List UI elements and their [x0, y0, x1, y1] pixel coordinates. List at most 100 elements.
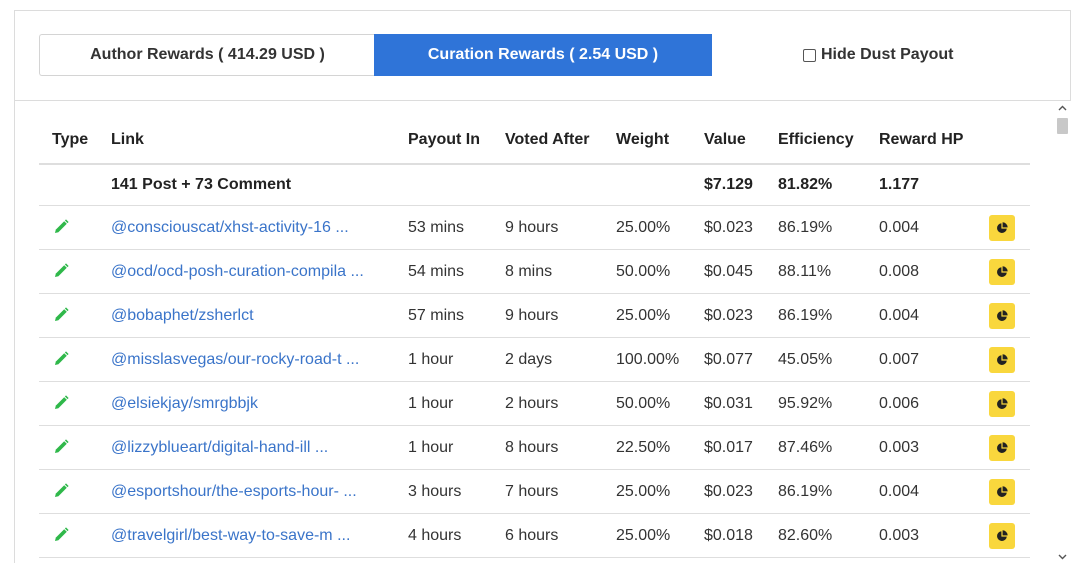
value-cell: $0.018 — [704, 513, 778, 558]
pencil-icon — [52, 482, 70, 500]
hide-dust-toggle[interactable]: Hide Dust Payout — [803, 34, 953, 76]
pencil-icon — [52, 394, 70, 412]
value-cell: $0.023 — [704, 205, 778, 250]
column-header-weight: Weight — [616, 125, 704, 165]
payout-in-cell: 1 hour — [408, 425, 505, 470]
hide-dust-checkbox[interactable] — [803, 48, 816, 62]
type-cell — [39, 469, 111, 514]
voted-after-cell: 9 hours — [505, 205, 616, 250]
pencil-icon — [52, 438, 70, 456]
payout-in-cell: 4 hours — [408, 513, 505, 558]
efficiency-cell: 86.19% — [778, 469, 879, 514]
summary-reward-hp: 1.177 — [879, 164, 989, 206]
pencil-icon — [52, 306, 70, 324]
post-link[interactable]: @elsiekjay/smrgbbjk — [111, 395, 258, 412]
post-link[interactable]: @esportshour/the-esports-hour- ... — [111, 483, 357, 500]
weight-cell: 50.00% — [616, 249, 704, 294]
voted-after-cell: 8 mins — [505, 249, 616, 294]
chevron-up-icon[interactable] — [1054, 101, 1071, 115]
payout-in-cell: 1 hour — [408, 337, 505, 382]
column-header-link: Link — [111, 125, 408, 165]
pencil-icon — [52, 350, 70, 368]
table-row: @esportshour/the-esports-hour- ... 3 hou… — [39, 469, 1030, 514]
hide-dust-label: Hide Dust Payout — [821, 46, 954, 63]
weight-cell: 25.00% — [616, 205, 704, 250]
pie-chart-icon — [997, 529, 1008, 541]
reward-hp-cell: 0.004 — [879, 293, 989, 338]
post-link[interactable]: @bobaphet/zsherlct — [111, 307, 254, 324]
efficiency-cell: 45.05% — [778, 337, 879, 382]
table-row: @ocd/ocd-posh-curation-compila ... 54 mi… — [39, 249, 1030, 294]
reward-hp-cell: 0.008 — [879, 249, 989, 294]
pie-chart-icon — [997, 441, 1008, 453]
scrollbar-thumb[interactable] — [1057, 118, 1068, 134]
value-cell: $0.023 — [704, 469, 778, 514]
voted-after-cell: 8 hours — [505, 425, 616, 470]
table-row: @travelgirl/best-way-to-save-m ... 4 hou… — [39, 513, 1030, 558]
curation-rewards-panel: Author Rewards ( 414.29 USD ) Curation R… — [14, 10, 1071, 564]
payout-in-cell: 1 hour — [408, 381, 505, 426]
chart-button[interactable] — [989, 302, 1015, 329]
chart-button[interactable] — [989, 434, 1015, 461]
table-row: @misslasvegas/our-rocky-road-t ... 1 hou… — [39, 337, 1030, 382]
summary-efficiency: 81.82% — [778, 164, 879, 206]
voted-after-cell: 9 hours — [505, 293, 616, 338]
summary-value: $7.129 — [704, 164, 778, 206]
post-link[interactable]: @lizzyblueart/digital-hand-ill ... — [111, 439, 328, 456]
rewards-table-scroll-area[interactable]: Type Link Payout In Voted After Weight V… — [15, 101, 1054, 564]
type-cell — [39, 425, 111, 470]
payout-in-cell: 53 mins — [408, 205, 505, 250]
summary-row: 141 Post + 73 Comment $7.129 81.82% 1.17… — [39, 164, 1030, 206]
weight-cell: 25.00% — [616, 513, 704, 558]
column-header-value: Value — [704, 125, 778, 165]
weight-cell: 25.00% — [616, 293, 704, 338]
column-header-payout-in: Payout In — [408, 125, 505, 165]
column-header-reward-hp: Reward HP — [879, 125, 989, 165]
value-cell: $0.077 — [704, 337, 778, 382]
column-header-type: Type — [39, 125, 111, 165]
column-header-voted-after: Voted After — [505, 125, 616, 165]
chart-button[interactable] — [989, 390, 1015, 417]
table-row: @bobaphet/zsherlct 57 mins 9 hours 25.00… — [39, 293, 1030, 338]
chart-button[interactable] — [989, 214, 1015, 241]
chart-button[interactable] — [989, 522, 1015, 549]
efficiency-cell: 87.46% — [778, 425, 879, 470]
column-header-actions — [989, 125, 1030, 165]
post-link[interactable]: @travelgirl/best-way-to-save-m ... — [111, 527, 350, 544]
chart-button[interactable] — [989, 258, 1015, 285]
post-link[interactable]: @consciouscat/xhst-activity-16 ... — [111, 219, 349, 236]
efficiency-cell: 95.92% — [778, 381, 879, 426]
voted-after-cell: 2 hours — [505, 381, 616, 426]
type-cell — [39, 381, 111, 426]
post-link[interactable]: @misslasvegas/our-rocky-road-t ... — [111, 351, 359, 368]
tab-author-rewards[interactable]: Author Rewards ( 414.29 USD ) — [39, 34, 375, 76]
voted-after-cell: 7 hours — [505, 469, 616, 514]
pie-chart-icon — [997, 221, 1008, 233]
type-cell — [39, 337, 111, 382]
vertical-scrollbar[interactable] — [1054, 101, 1071, 564]
pencil-icon — [52, 218, 70, 236]
column-header-efficiency: Efficiency — [778, 125, 879, 165]
chevron-down-icon[interactable] — [1054, 550, 1071, 564]
reward-hp-cell: 0.004 — [879, 469, 989, 514]
value-cell: $0.031 — [704, 381, 778, 426]
chart-button[interactable] — [989, 478, 1015, 505]
pie-chart-icon — [997, 397, 1008, 409]
tab-curation-rewards[interactable]: Curation Rewards ( 2.54 USD ) — [374, 34, 712, 76]
efficiency-cell: 86.19% — [778, 293, 879, 338]
efficiency-cell: 82.60% — [778, 513, 879, 558]
post-link[interactable]: @ocd/ocd-posh-curation-compila ... — [111, 263, 364, 280]
weight-cell: 100.00% — [616, 337, 704, 382]
payout-in-cell: 3 hours — [408, 469, 505, 514]
value-cell: $0.017 — [704, 425, 778, 470]
table-row: @elsiekjay/smrgbbjk 1 hour 2 hours 50.00… — [39, 381, 1030, 426]
type-cell — [39, 249, 111, 294]
pie-chart-icon — [997, 353, 1008, 365]
table-header-row: Type Link Payout In Voted After Weight V… — [39, 125, 1030, 165]
type-cell — [39, 205, 111, 250]
chart-button[interactable] — [989, 346, 1015, 373]
value-cell: $0.045 — [704, 249, 778, 294]
table-row: @lizzyblueart/digital-hand-ill ... 1 hou… — [39, 425, 1030, 470]
payout-in-cell: 57 mins — [408, 293, 505, 338]
reward-hp-cell: 0.007 — [879, 337, 989, 382]
